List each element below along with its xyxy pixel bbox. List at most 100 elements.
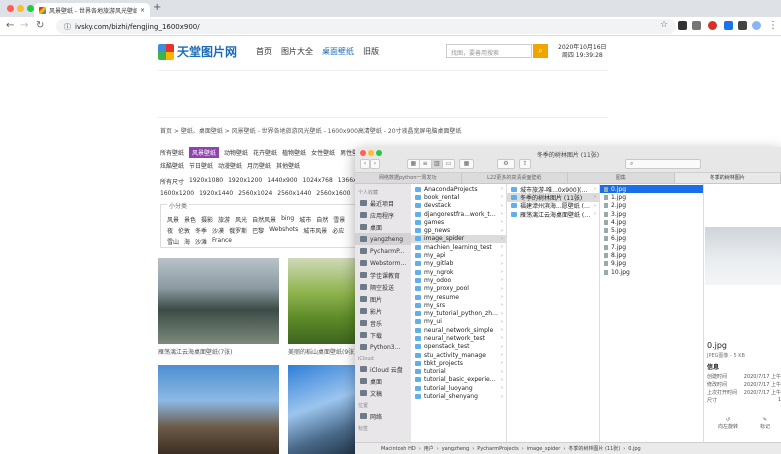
tag-item[interactable]: 必应 [332,226,344,235]
file-row[interactable]: 2.jpg [600,202,703,210]
sidebar-item[interactable]: PycharmP... [355,245,411,257]
forward-icon[interactable]: → [20,20,28,32]
icon-view-icon[interactable]: ▦ [408,160,420,168]
sidebar-item[interactable]: 下载 [355,329,411,341]
sidebar-item[interactable]: 桌面 [355,221,411,233]
folder-row[interactable]: tutorial_basic_experience › [411,376,506,384]
extension-icon[interactable] [724,21,733,30]
extension-icon[interactable] [692,21,701,30]
path-item[interactable]: PycharmProjects [477,446,519,452]
info-icon[interactable]: ⓘ [64,22,71,32]
resolution-item[interactable]: 1920x1080 [189,177,223,186]
sidebar-item[interactable]: 网络 [355,410,411,422]
category-item[interactable]: 节日壁纸 [189,161,213,170]
tag-item[interactable]: 自然 [316,215,328,224]
tag-item[interactable]: 俄罗斯 [229,226,247,235]
tag-item[interactable]: 旅游 [218,215,230,224]
nav-old-version[interactable]: 旧版 [363,46,379,57]
category-item[interactable]: 植物壁纸 [282,148,306,158]
sidebar-item[interactable]: Webstorm... [355,257,411,269]
tag-item[interactable]: 风光 [235,215,247,224]
resolution-item[interactable]: 所有尺寸 [160,177,184,186]
nav-all-images[interactable]: 图片大全 [281,46,313,57]
tag-item[interactable]: 夜 [167,226,173,235]
path-item[interactable]: 冬季的树林图片 (11张) [568,445,620,452]
sidebar-item[interactable]: 学佳课教育 [355,269,411,281]
close-window-button[interactable] [7,5,14,12]
folder-row[interactable]: tutorial_luoyang › [411,384,506,392]
folder-row[interactable]: my_proxy_pool › [411,285,506,293]
folder-row[interactable]: djangorestfra...work_tutorial› [411,210,506,218]
tag-item[interactable]: 景色 [184,215,196,224]
file-row[interactable]: 4.jpg [600,218,703,226]
folder-row[interactable]: 城市旅游-唯...0x900](20张) › [507,185,599,193]
finder-search-field[interactable]: ⌕ [625,159,701,169]
category-item[interactable]: 动漫壁纸 [218,161,242,170]
finder-tab[interactable]: L22更多的高清桌面壁纸 [462,173,568,183]
folder-row[interactable]: my_srs › [411,301,506,309]
resolution-item[interactable]: 1440x900 [267,177,297,186]
folder-row[interactable]: neural_network_simple › [411,326,506,334]
tag-item[interactable]: 雪山 [167,237,179,246]
finder-tab[interactable]: 网络数据python一周发功 [355,173,462,183]
folder-row[interactable]: my_gitlab › [411,260,506,268]
folder-row[interactable]: 冬季的树林图片 (11张) › [507,193,599,202]
file-row[interactable]: 0.jpg [600,185,703,194]
sidebar-item[interactable]: 音乐 [355,317,411,329]
tag-item[interactable]: 海 [184,237,190,246]
file-row[interactable]: 8.jpg [600,251,703,259]
reload-icon[interactable]: ↻ [36,20,44,32]
path-item[interactable]: image_spider [527,446,561,452]
category-item[interactable]: 所有壁纸 [160,148,184,158]
category-item[interactable]: 动物壁纸 [224,148,248,158]
action-gear-icon[interactable]: ⚙ [497,159,515,169]
category-item[interactable]: 花卉壁纸 [253,148,277,158]
tag-item[interactable]: 沙滩 [195,237,207,246]
file-row[interactable]: 7.jpg [600,243,703,251]
tag-item[interactable]: 城市风景 [303,226,327,235]
avatar[interactable] [752,21,761,30]
rotate-left-button[interactable]: ↺ 向左旋转 [718,417,738,435]
file-row[interactable]: 1.jpg [600,193,703,201]
folder-row[interactable]: games › [411,218,506,226]
finder-tab[interactable]: 图集 [568,173,675,183]
tag-item[interactable]: 摄影 [201,215,213,224]
folder-row[interactable]: my_tutorial_python_zhiyou › [411,309,506,317]
sidebar-item[interactable]: 图片 [355,293,411,305]
folder-row[interactable]: my_resume › [411,293,506,301]
folder-row[interactable]: my_odoo › [411,276,506,284]
photo-caption[interactable]: 美丽的稻山桌面壁纸(9张) [288,347,357,356]
search-button[interactable]: ⌕ [533,44,548,58]
file-row[interactable]: 5.jpg [600,226,703,234]
tag-item[interactable]: 冬季 [195,226,207,235]
sidebar-item[interactable]: iCloud 云盘 [355,363,411,375]
extension-icon[interactable] [678,21,687,30]
file-row[interactable]: 10.jpg [600,268,703,276]
view-switcher[interactable]: ▦ ≡ ▥ ▭ [407,159,455,169]
resolution-item[interactable]: 1024x768 [302,177,332,186]
path-item[interactable]: Macintosh HD [381,446,416,452]
browser-tab[interactable]: 风景壁纸 - 世界各地旅游风光壁纸 × [34,3,150,17]
folder-row[interactable]: 福建漳州滨海...愿壁纸 (11张)› [507,202,599,210]
resolution-item[interactable]: 1920x1200 [228,177,262,186]
tag-item[interactable]: 巴黎 [252,226,264,235]
search-input[interactable]: 找图，要善用搜索 [446,44,532,58]
sidebar-item[interactable]: 影片 [355,305,411,317]
menu-icon[interactable]: ⋮ [768,20,778,32]
category-item[interactable]: 月历壁纸 [247,161,271,170]
finder-forward-button[interactable]: › [370,159,380,169]
resolution-item[interactable]: 2560x1600 [316,190,350,197]
address-bar[interactable]: ⓘ ivsky.com/bizhi/fengjing_1600x900/ [56,19,676,34]
tag-item[interactable]: 沙漠 [212,226,224,235]
folder-row[interactable]: book_rental › [411,193,506,201]
folder-row[interactable]: tbkt_projects › [411,359,506,367]
tag-item[interactable]: 城市 [299,215,311,224]
folder-row[interactable]: neural_network_test › [411,334,506,342]
tag-item[interactable]: 风景 [167,215,179,224]
folder-row[interactable]: tutorial_shenyang › [411,392,506,400]
photo-thumbnail[interactable] [288,258,356,344]
folder-row[interactable]: gp_news › [411,226,506,234]
category-item-selected[interactable]: 风景壁纸 [189,147,220,158]
new-tab-button[interactable]: + [153,2,161,13]
folder-row[interactable]: 雁荡漓江云海桌面壁纸 (7张) › [507,210,599,218]
